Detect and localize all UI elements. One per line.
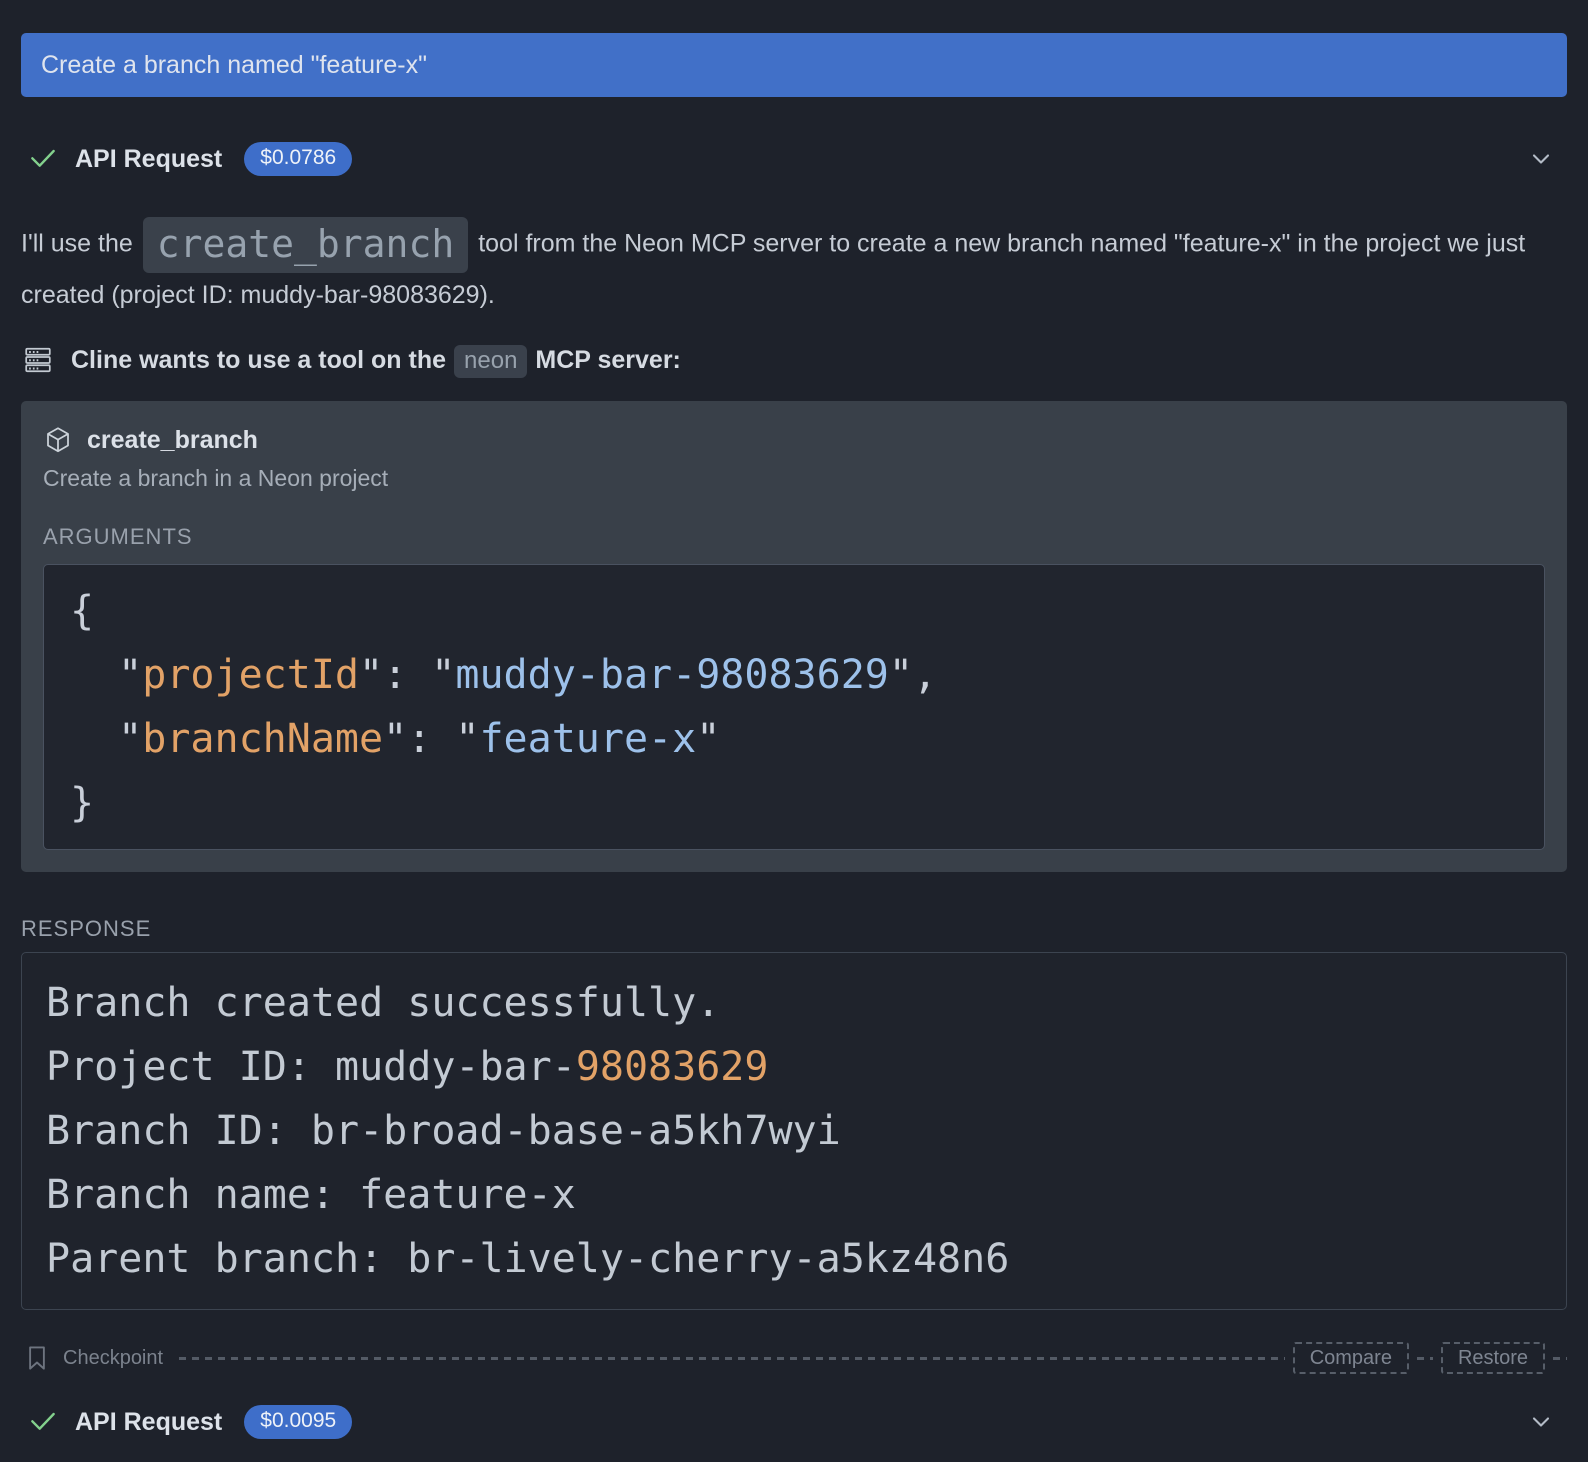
mcp-server-name-chip: neon — [454, 345, 527, 378]
code-line: Branch name: feature-x — [46, 1163, 1566, 1227]
message-text-prefix: I'll use the — [21, 230, 133, 258]
code-line: Parent branch: br-lively-cherry-a5kz48n6 — [46, 1227, 1566, 1291]
api-request-label: API Request — [75, 1408, 222, 1437]
task-banner[interactable]: Create a branch named "feature-x" — [21, 33, 1567, 97]
compare-button[interactable]: Compare — [1293, 1342, 1409, 1374]
tool-name: create_branch — [87, 426, 258, 455]
arguments-label: ARGUMENTS — [43, 524, 1545, 550]
api-request-row-1[interactable]: API Request $0.0786 — [21, 141, 1567, 177]
tool-description: Create a branch in a Neon project — [43, 465, 1545, 492]
checkpoint-dotted-line — [1553, 1357, 1567, 1360]
arguments-code: { "projectId": "muddy-bar-98083629", "br… — [43, 564, 1545, 850]
chevron-down-icon[interactable] — [1527, 145, 1555, 173]
mcp-server-icon — [23, 345, 53, 375]
api-cost-badge: $0.0786 — [244, 142, 352, 176]
response-code: Branch created successfully.Project ID: … — [21, 952, 1567, 1310]
tool-card: create_branch Create a branch in a Neon … — [21, 401, 1567, 872]
inline-code-create-branch: create_branch — [143, 217, 468, 273]
api-cost-badge: $0.0095 — [244, 1405, 352, 1439]
package-cube-icon — [43, 425, 73, 455]
tool-name-row: create_branch — [43, 425, 1545, 455]
checkpoint-dotted-line — [1417, 1357, 1433, 1360]
code-line: "projectId": "muddy-bar-98083629", — [70, 643, 1544, 707]
response-label: RESPONSE — [21, 916, 1567, 942]
success-check-icon — [27, 143, 59, 175]
chevron-down-icon[interactable] — [1527, 1408, 1555, 1436]
restore-button[interactable]: Restore — [1441, 1342, 1545, 1374]
api-request-label: API Request — [75, 145, 222, 174]
code-line: "branchName": "feature-x" — [70, 707, 1544, 771]
bookmark-icon — [27, 1345, 47, 1371]
code-line: Project ID: muddy-bar-98083629 — [46, 1035, 1566, 1099]
code-line: } — [70, 771, 1544, 835]
code-line: Branch created successfully. — [46, 971, 1566, 1035]
code-line: { — [70, 579, 1544, 643]
tool-use-header: Cline wants to use a tool on theneonMCP … — [21, 345, 1567, 375]
checkpoint-row: Checkpoint Compare Restore — [21, 1342, 1567, 1374]
api-request-row-2[interactable]: API Request $0.0095 — [21, 1404, 1567, 1440]
task-banner-text: Create a branch named "feature-x" — [41, 51, 427, 80]
code-line: Branch ID: br-broad-base-a5kh7wyi — [46, 1099, 1566, 1163]
assistant-message: I'll use thecreate_branchtool from the N… — [21, 217, 1567, 317]
checkpoint-dotted-line — [179, 1357, 1285, 1360]
chat-panel: Create a branch named "feature-x" API Re… — [0, 0, 1588, 1440]
tool-use-text: Cline wants to use a tool on theneonMCP … — [71, 346, 681, 375]
success-check-icon — [27, 1406, 59, 1438]
checkpoint-label: Checkpoint — [63, 1347, 163, 1370]
